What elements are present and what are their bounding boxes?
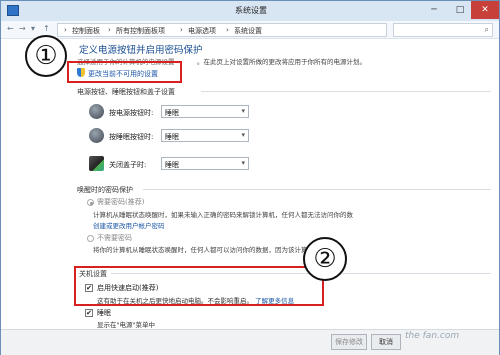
control-panel-icon (7, 5, 19, 16)
cancel-button[interactable]: 取消 (371, 334, 401, 350)
breadcrumb-power-options[interactable]: 电源选项 (188, 26, 216, 36)
watermark: the fan.com (405, 331, 460, 341)
maximize-button[interactable]: □ (447, 1, 473, 19)
section-divider (143, 189, 491, 190)
breadcrumb-all-items[interactable]: 所有控制面板项 (116, 26, 165, 36)
chevron-down-icon: ▾ (241, 159, 245, 167)
breadcrumb-system-settings[interactable]: 系统设置 (234, 26, 262, 36)
wake-password-section-title: 唤醒时的密码保护 (77, 186, 133, 194)
chevron-down-icon: ▾ (241, 107, 245, 115)
power-button-icon (89, 104, 104, 119)
require-password-label: 需要密码(推荐) (97, 198, 145, 206)
section-divider (201, 91, 491, 92)
no-password-radio[interactable] (87, 235, 94, 242)
power-buttons-section-title: 电源按钮、睡眠按钮和盖子设置 (77, 88, 175, 96)
annotation-highlight-2 (74, 266, 324, 306)
up-arrow-icon[interactable]: ↑ (43, 24, 50, 33)
forward-arrow-icon[interactable]: → (19, 24, 26, 33)
back-arrow-icon[interactable]: ← (7, 24, 14, 33)
power-button-select[interactable]: 睡眠 ▾ (161, 105, 249, 118)
save-changes-button[interactable]: 保存修改 (331, 334, 367, 350)
sleep-desc: 显示在"电源"菜单中 (97, 321, 155, 329)
sleep-button-setting: 按睡眠按钮时: 睡眠 ▾ (89, 128, 259, 146)
chevron-down-icon: ▾ (241, 131, 245, 139)
sleep-button-value: 睡眠 (165, 133, 179, 141)
title-bar: 系统设置 ─ □ ✕ (1, 1, 499, 21)
power-button-setting: 按电源按钮时: 睡眠 ▾ (89, 104, 259, 122)
breadcrumb-separator: › (180, 26, 183, 34)
sleep-button-label: 按睡眠按钮时: (109, 133, 154, 141)
breadcrumb-control-panel[interactable]: 控制面板 (72, 26, 100, 36)
page-title: 定义电源按钮并启用密码保护 (79, 45, 203, 56)
no-password-label: 不需要密码 (97, 234, 132, 242)
sleep-label: 睡眠 (97, 309, 111, 317)
laptop-lid-icon (89, 156, 104, 171)
address-bar: ← → ▾ ↑ › 控制面板 › 所有控制面板项 › 电源选项 › 系统设置 ↻… (1, 21, 499, 39)
annotation-number-2: ② (303, 237, 347, 281)
annotation-number-1: ① (25, 35, 67, 77)
breadcrumb-separator: › (108, 26, 111, 34)
lid-close-setting: 关闭盖子时: 睡眠 ▾ (89, 156, 259, 174)
change-user-password-link[interactable]: 创建或更改用户帐户密码 (93, 220, 165, 230)
sleep-button-icon (89, 128, 104, 143)
lid-close-select[interactable]: 睡眠 ▾ (161, 157, 249, 170)
annotation-highlight-1 (67, 61, 182, 83)
require-password-desc: 计算机从睡眠状态唤醒时，如果未输入正确的密码来解锁计算机，任何人都无法访问你的数 (93, 211, 353, 219)
search-input[interactable]: ⌕ (393, 23, 493, 37)
lid-close-label: 关闭盖子时: (109, 161, 147, 169)
window-title: 系统设置 (235, 6, 267, 15)
sleep-button-select[interactable]: 睡眠 ▾ (161, 129, 249, 142)
power-button-label: 按电源按钮时: (109, 109, 154, 117)
close-button[interactable]: ✕ (471, 1, 499, 19)
power-button-value: 睡眠 (165, 109, 179, 117)
breadcrumb-separator: › (226, 26, 229, 34)
recent-locations-icon[interactable]: ▾ (31, 24, 35, 33)
breadcrumb[interactable]: › 控制面板 › 所有控制面板项 › 电源选项 › 系统设置 ↻ (57, 23, 436, 37)
sleep-checkbox[interactable]: ✔ (85, 309, 93, 317)
breadcrumb-separator: › (64, 26, 67, 34)
intro-text-continued: 。在此页上对设置所做的更改将应用于你所有的电源计划。 (197, 58, 366, 66)
minimize-button[interactable]: ─ (421, 1, 447, 19)
system-settings-window: 系统设置 ─ □ ✕ ← → ▾ ↑ › 控制面板 › 所有控制面板项 › 电源… (0, 0, 500, 355)
search-icon: ⌕ (484, 25, 489, 34)
require-password-radio[interactable] (87, 199, 94, 206)
lid-close-value: 睡眠 (165, 161, 179, 169)
